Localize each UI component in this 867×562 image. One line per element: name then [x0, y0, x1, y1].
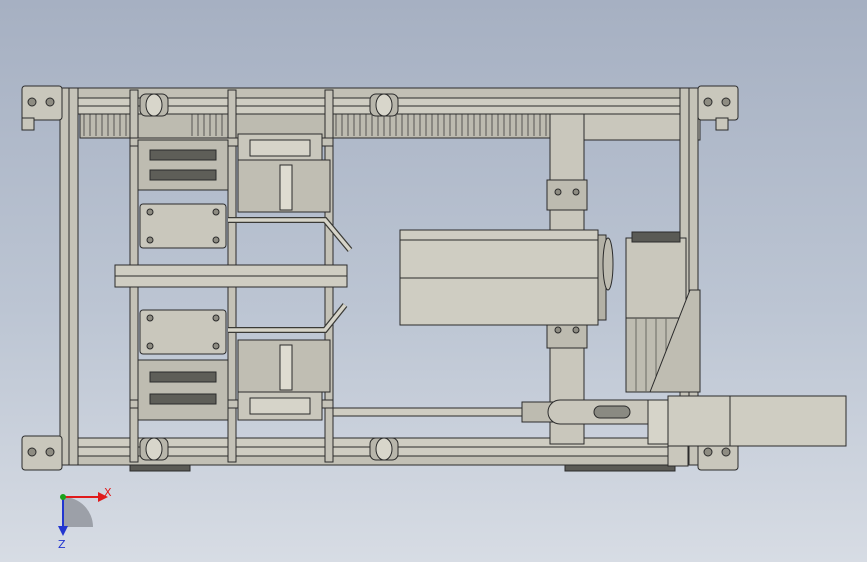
gearbox-housing — [399, 229, 614, 326]
assembly-drawing: X Z — [21, 85, 847, 551]
pulley-top-left — [139, 93, 169, 117]
frame-left-member — [59, 87, 79, 466]
pulley-bottom-right — [369, 437, 399, 461]
pulley-top-right — [369, 93, 399, 117]
pulley-bottom-left — [139, 437, 169, 461]
corner-bracket-top-left — [21, 85, 63, 131]
axis-label-x: X — [104, 486, 112, 499]
clamp-bar — [114, 264, 348, 288]
coordinate-triad-icon — [58, 492, 108, 536]
axis-label-z: Z — [58, 538, 66, 551]
corner-bracket-top-right — [697, 85, 739, 131]
cad-viewport[interactable]: X Z — [0, 0, 867, 562]
corner-bracket-bottom-left — [21, 435, 63, 471]
push-rod-linkage — [332, 399, 671, 445]
top-gear-rack — [79, 113, 701, 141]
